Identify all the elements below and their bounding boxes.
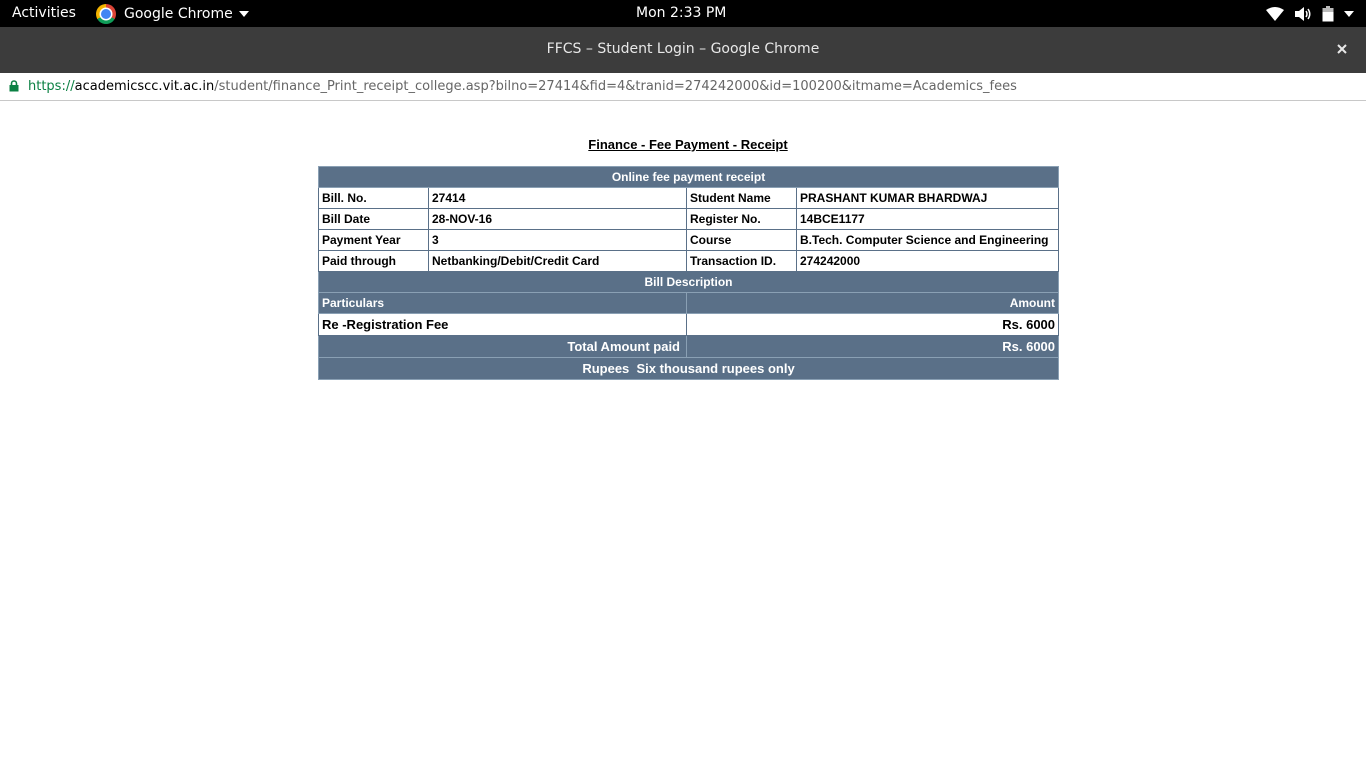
system-top-bar: Activities Google Chrome Mon 2:33 PM — [0, 0, 1366, 27]
address-bar[interactable]: https://academicscc.vit.ac.in/student/fi… — [0, 73, 1366, 101]
url-text[interactable]: https://academicscc.vit.ac.in/student/fi… — [28, 79, 1017, 94]
paid-through-label: Paid through — [318, 250, 429, 272]
particulars-header: Particulars — [318, 292, 687, 314]
amount-in-words: Rupees Six thousand rupees only — [317, 357, 1060, 380]
table-row: Re -Registration Fee Rs. 6000 — [318, 313, 1060, 336]
bill-date-value: 28-NOV-16 — [428, 208, 687, 230]
register-no-label: Register No. — [686, 208, 797, 230]
battery-icon — [1322, 5, 1334, 21]
lock-icon — [9, 80, 19, 92]
chevron-down-icon — [1344, 10, 1354, 17]
table-row: Bill Date 28-NOV-16 Register No. 14BCE11… — [318, 208, 1060, 230]
paid-through-value: Netbanking/Debit/Credit Card — [428, 250, 687, 272]
activities-button[interactable]: Activities — [12, 5, 76, 21]
url-scheme: https:// — [28, 79, 75, 94]
amount-cell: Rs. 6000 — [685, 313, 1060, 336]
course-value: B.Tech. Computer Science and Engineering — [795, 229, 1060, 251]
bill-description-row: Bill Description — [317, 271, 1060, 293]
amount-header: Amount — [685, 292, 1060, 314]
total-amount: Rs. 6000 — [685, 335, 1060, 358]
table-row: Payment Year 3 Course B.Tech. Computer S… — [318, 229, 1060, 251]
transaction-id-label: Transaction ID. — [686, 250, 797, 272]
app-menu-button[interactable]: Google Chrome — [96, 3, 249, 25]
page-content: Finance - Fee Payment - Receipt Online f… — [0, 101, 1366, 768]
payment-year-value: 3 — [428, 229, 687, 251]
table-row: Bill. No. 27414 Student Name PRASHANT KU… — [318, 187, 1060, 209]
url-path: /student/finance_Print_receipt_college.a… — [214, 79, 1017, 94]
total-label: Total Amount paid — [318, 335, 687, 358]
window-title: FFCS – Student Login – Google Chrome — [546, 41, 820, 57]
clock[interactable]: Mon 2:33 PM — [636, 5, 726, 21]
page-title: Finance - Fee Payment - Receipt — [588, 137, 788, 152]
receipt-table: Online fee payment receipt Bill. No. 274… — [317, 166, 1060, 380]
url-host: academicscc.vit.ac.in — [74, 79, 215, 94]
system-status-menu[interactable] — [1266, 4, 1354, 23]
table-row: Paid through Netbanking/Debit/Credit Car… — [318, 250, 1060, 272]
window-title-bar: FFCS – Student Login – Google Chrome — [0, 27, 1366, 73]
bill-description-header: Bill Description — [317, 271, 1060, 293]
receipt-header: Online fee payment receipt — [317, 166, 1060, 188]
close-icon[interactable] — [1332, 39, 1352, 59]
bill-date-label: Bill Date — [318, 208, 429, 230]
student-name-value: PRASHANT KUMAR BHARDWAJ — [795, 187, 1060, 209]
chevron-down-icon — [238, 11, 249, 17]
total-row: Total Amount paid Rs. 6000 — [318, 335, 1060, 358]
receipt-header-row: Online fee payment receipt — [317, 166, 1060, 188]
register-no-value: 14BCE1177 — [795, 208, 1060, 230]
payment-year-label: Payment Year — [318, 229, 429, 251]
bill-no-label: Bill. No. — [318, 187, 429, 209]
app-menu-label: Google Chrome — [124, 6, 233, 22]
volume-icon — [1295, 6, 1311, 21]
chrome-logo-icon — [96, 4, 116, 24]
particular-cell: Re -Registration Fee — [318, 313, 687, 336]
particulars-header-row: Particulars Amount — [318, 292, 1060, 314]
amount-in-words-row: Rupees Six thousand rupees only — [317, 357, 1060, 380]
student-name-label: Student Name — [686, 187, 797, 209]
course-label: Course — [686, 229, 797, 251]
wifi-icon — [1266, 6, 1284, 21]
transaction-id-value: 274242000 — [795, 250, 1060, 272]
bill-no-value: 27414 — [428, 187, 687, 209]
